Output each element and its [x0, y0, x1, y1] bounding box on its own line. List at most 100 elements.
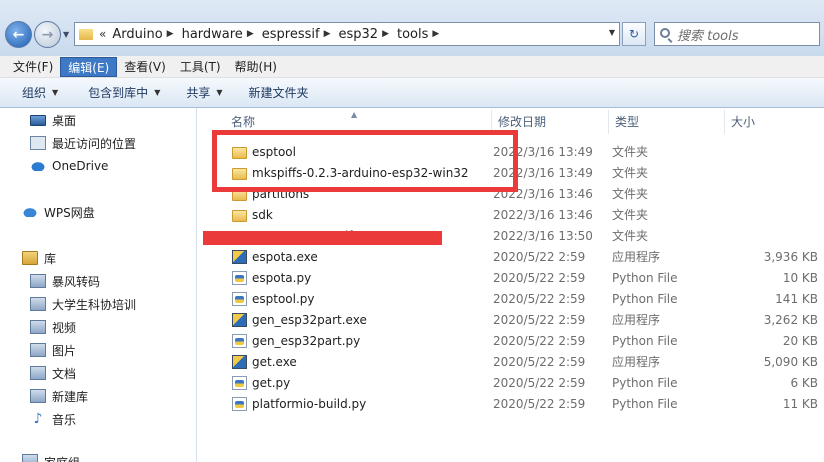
chevron-down-icon: ▼: [154, 88, 161, 97]
file-size: [725, 163, 818, 184]
file-size: [725, 142, 818, 163]
file-type: 文件夹: [612, 166, 649, 180]
folder-icon: [79, 28, 93, 40]
file-date: 2022/3/16 13:46: [493, 208, 593, 222]
file-date: 2020/5/22 2:59: [493, 250, 586, 264]
file-name: gen_esp32part.exe: [252, 313, 367, 327]
file-row[interactable]: platformio-build.py 2020/5/22 2:59 Python …: [210, 394, 824, 415]
chevron-right-icon[interactable]: ▶: [247, 29, 256, 39]
video-icon: [30, 320, 46, 334]
breadcrumb-arduino[interactable]: Arduino: [106, 27, 166, 42]
forward-button[interactable]: →: [34, 21, 61, 48]
file-row[interactable]: get.exe 2020/5/22 2:59 应用程序 5,090 KB: [210, 352, 824, 373]
python-file-icon: [232, 376, 247, 390]
nav-wps-drive[interactable]: WPS网盘: [22, 202, 95, 222]
application-icon: [232, 313, 247, 327]
menu-edit[interactable]: 编辑(E): [60, 56, 118, 77]
file-name: get.py: [252, 376, 291, 390]
nav-library-item[interactable]: 大学生科协培训: [30, 294, 136, 314]
chevron-right-icon[interactable]: ▶: [167, 29, 176, 39]
nav-libraries[interactable]: 库: [22, 248, 56, 268]
nav-library-item[interactable]: ♪ 音乐: [30, 409, 76, 429]
address-box[interactable]: « Arduino ▶ hardware ▶ espressif ▶ esp32 ▶ t…: [74, 22, 620, 46]
organize-label: 组织: [22, 86, 47, 100]
share-button[interactable]: 共享 ▼: [178, 81, 230, 105]
menu-help[interactable]: 帮助(H): [228, 57, 284, 77]
file-row[interactable]: espota.exe 2020/5/22 2:59 应用程序 3,936 KB: [210, 247, 824, 268]
recent-pages-dropdown[interactable]: ▼: [63, 30, 69, 39]
file-size: [725, 226, 818, 247]
menu-tools[interactable]: 工具(T): [173, 57, 228, 77]
search-input[interactable]: 搜索 tools: [654, 22, 820, 46]
cloud-icon: [22, 207, 38, 217]
chevron-down-icon[interactable]: ▼: [609, 28, 615, 37]
file-date: 2020/5/22 2:59: [493, 292, 586, 306]
nav-homegroup[interactable]: 家庭组: [22, 454, 80, 462]
breadcrumb-hardware[interactable]: hardware: [176, 27, 247, 42]
chevron-right-icon[interactable]: ▶: [432, 29, 441, 39]
breadcrumb-overflow-icon[interactable]: «: [99, 27, 106, 41]
file-size: 3,262 KB: [763, 313, 818, 327]
file-row[interactable]: espota.py 2020/5/22 2:59 Python File 10 KB: [210, 268, 824, 289]
nav-label: 库: [44, 251, 57, 266]
include-in-library-button[interactable]: 包含到库中 ▼: [80, 81, 168, 105]
organize-button[interactable]: 组织 ▼: [14, 81, 66, 105]
nav-label: 音乐: [52, 412, 77, 427]
nav-library-item[interactable]: 新建库: [30, 386, 88, 406]
back-button[interactable]: ←: [5, 21, 32, 48]
file-row[interactable]: esptool.py 2020/5/22 2:59 Python File 141 K…: [210, 289, 824, 310]
file-name: sdk: [252, 208, 273, 222]
documents-icon: [30, 366, 46, 380]
breadcrumb-espressif[interactable]: espressif: [256, 27, 324, 42]
file-row[interactable]: sdk 2022/3/16 13:46 文件夹: [210, 205, 824, 226]
breadcrumb: Arduino ▶ hardware ▶ espressif ▶ esp32 ▶ too…: [106, 23, 441, 45]
file-name: espota.py: [252, 271, 312, 285]
chevron-right-icon[interactable]: ▶: [324, 29, 333, 39]
nav-library-item[interactable]: 暴风转码: [30, 271, 100, 291]
refresh-button[interactable]: ↻: [622, 22, 646, 46]
chevron-right-icon[interactable]: ▶: [382, 29, 391, 39]
breadcrumb-esp32[interactable]: esp32: [332, 27, 382, 42]
python-file-icon: [232, 334, 247, 348]
column-type-header[interactable]: 类型: [609, 110, 725, 134]
file-type: Python File: [612, 292, 678, 306]
nav-library-item[interactable]: 文档: [30, 363, 76, 383]
file-type: Python File: [612, 334, 678, 348]
menu-view[interactable]: 查看(V): [117, 57, 173, 77]
breadcrumb-tools[interactable]: tools: [391, 27, 432, 42]
nav-label: 大学生科协培训: [52, 297, 137, 312]
menu-file[interactable]: 文件(F): [6, 57, 60, 77]
navigation-pane[interactable]: 桌面 最近访问的位置 OneDrive WPS网盘 库 暴风转码 大学生科协培训…: [0, 108, 197, 462]
file-type: Python File: [612, 397, 678, 411]
file-date: 2020/5/22 2:59: [493, 376, 586, 390]
nav-label: OneDrive: [52, 159, 109, 173]
column-size-header[interactable]: 大小: [725, 110, 824, 134]
file-date: 2020/5/22 2:59: [493, 313, 586, 327]
python-file-icon: [232, 292, 247, 306]
nav-library-item[interactable]: 图片: [30, 340, 76, 360]
file-size: 6 KB: [790, 376, 818, 390]
file-row[interactable]: get.py 2020/5/22 2:59 Python File 6 KB: [210, 373, 824, 394]
file-size: 5,090 KB: [763, 355, 818, 369]
new-folder-button[interactable]: 新建文件夹: [241, 81, 317, 105]
homegroup-icon: [22, 454, 38, 462]
nav-recent-places[interactable]: 最近访问的位置: [30, 133, 136, 153]
address-bar-region: ← → ▼ « Arduino ▶ hardware ▶ espressif ▶ es…: [0, 0, 824, 56]
file-size: 10 KB: [782, 271, 818, 285]
nav-library-item[interactable]: 视频: [30, 317, 76, 337]
red-highlight-bar: [203, 231, 442, 245]
share-label: 共享: [186, 86, 211, 100]
folder-icon: [232, 210, 247, 222]
search-icon: [660, 28, 670, 38]
file-row[interactable]: gen_esp32part.py 2020/5/22 2:59 Python Fil…: [210, 331, 824, 352]
nav-onedrive[interactable]: OneDrive: [30, 156, 108, 176]
command-toolbar: 组织 ▼ 包含到库中 ▼ 共享 ▼ 新建文件夹: [0, 78, 824, 108]
nav-desktop[interactable]: 桌面: [30, 110, 76, 130]
python-file-icon: [232, 271, 247, 285]
file-row[interactable]: gen_esp32part.exe 2020/5/22 2:59 应用程序 3,262…: [210, 310, 824, 331]
file-type: 文件夹: [612, 229, 649, 243]
nav-label: 视频: [52, 320, 77, 335]
music-icon: ♪: [33, 411, 43, 427]
nav-label: 最近访问的位置: [52, 136, 137, 151]
nav-label: 家庭组: [44, 454, 80, 462]
